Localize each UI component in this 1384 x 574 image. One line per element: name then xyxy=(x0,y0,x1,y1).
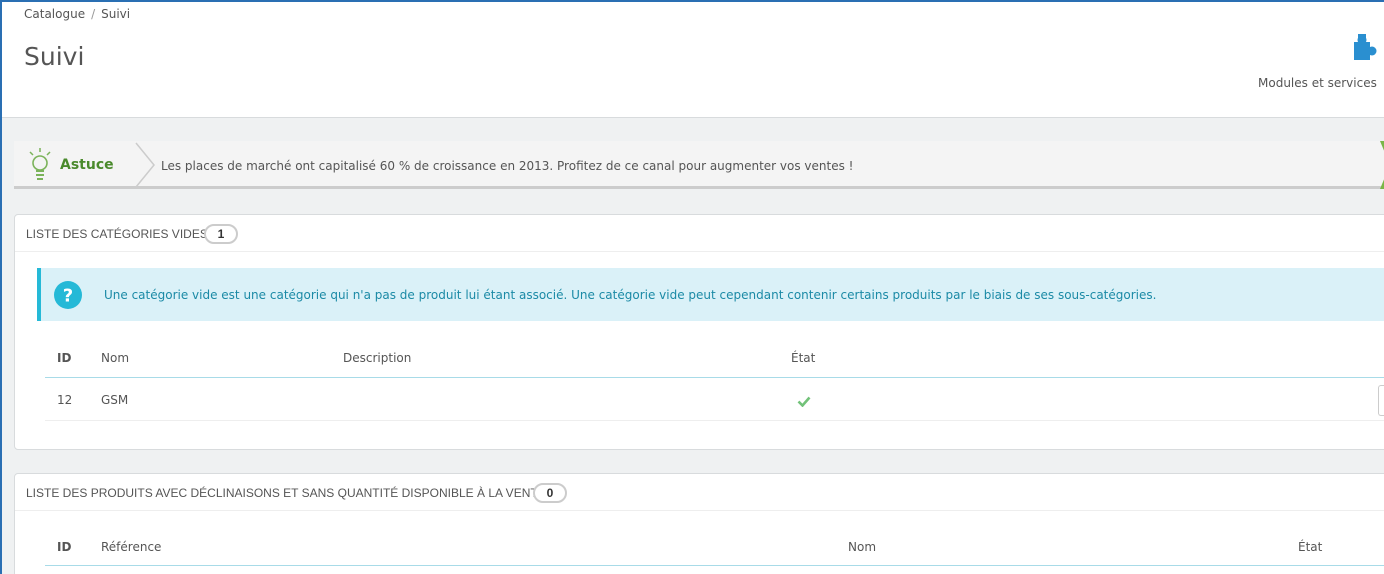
svg-text:?: ? xyxy=(63,286,73,307)
question-circle-icon: ? xyxy=(54,281,82,309)
page-header: Catalogue / Suivi Suivi Modules et service… xyxy=(2,2,1384,118)
breadcrumb-separator: / xyxy=(91,7,96,21)
check-icon[interactable] xyxy=(797,396,811,407)
modules-services-button[interactable]: Modules et services xyxy=(1258,30,1384,94)
tip-text: Les places de marché ont capitalisé 60 %… xyxy=(161,159,854,173)
puzzle-icon xyxy=(1354,34,1377,60)
breadcrumb-current: Suivi xyxy=(101,7,131,21)
app-frame: Catalogue / Suivi Suivi Modules et service… xyxy=(0,0,1384,574)
breadcrumb: Catalogue / Suivi xyxy=(24,7,130,21)
count-badge: 0 xyxy=(533,483,567,503)
panel-heading: Liste des catégories vides 1 xyxy=(15,215,1384,252)
breadcrumb-parent[interactable]: Catalogue xyxy=(24,7,85,21)
panel-title: Liste des produits avec déclinaisons et … xyxy=(26,486,546,500)
chevron-separator-icon xyxy=(135,142,155,188)
page-title: Suivi xyxy=(24,42,85,71)
column-header-status[interactable]: État xyxy=(791,351,815,365)
tip-title: Astuce xyxy=(60,157,114,173)
tip-bar: Astuce Les places de marché ont capitali… xyxy=(14,141,1384,189)
tip-next-arrow-icon[interactable] xyxy=(1370,141,1384,189)
row-name: GSM xyxy=(101,393,129,407)
column-header-id[interactable]: ID xyxy=(57,351,71,365)
products-no-stock-panel: Liste des produits avec déclinaisons et … xyxy=(14,473,1384,574)
table-row-divider xyxy=(45,420,1384,421)
column-header-status[interactable]: État xyxy=(1298,540,1322,554)
column-header-name[interactable]: Nom xyxy=(848,540,876,554)
empty-categories-panel: Liste des catégories vides 1 ? Une catég… xyxy=(14,214,1384,450)
modules-services-label: Modules et services xyxy=(1258,76,1377,90)
column-header-id[interactable]: ID xyxy=(57,540,71,554)
row-id: 12 xyxy=(57,393,73,407)
lightbulb-icon xyxy=(29,148,51,180)
column-header-description[interactable]: Description xyxy=(343,351,411,365)
panel-title: Liste des catégories vides xyxy=(26,227,208,241)
table-header-divider xyxy=(45,565,1384,566)
info-text: Une catégorie vide est une catégorie qui… xyxy=(104,288,1157,302)
info-alert: ? Une catégorie vide est une catégorie q… xyxy=(37,268,1384,321)
panel-heading: Liste des produits avec déclinaisons et … xyxy=(15,474,1384,511)
column-header-reference[interactable]: Référence xyxy=(101,540,161,554)
column-header-name[interactable]: Nom xyxy=(101,351,129,365)
table-header-divider xyxy=(45,377,1384,378)
row-actions-button[interactable] xyxy=(1378,385,1384,416)
count-badge: 1 xyxy=(204,224,238,244)
